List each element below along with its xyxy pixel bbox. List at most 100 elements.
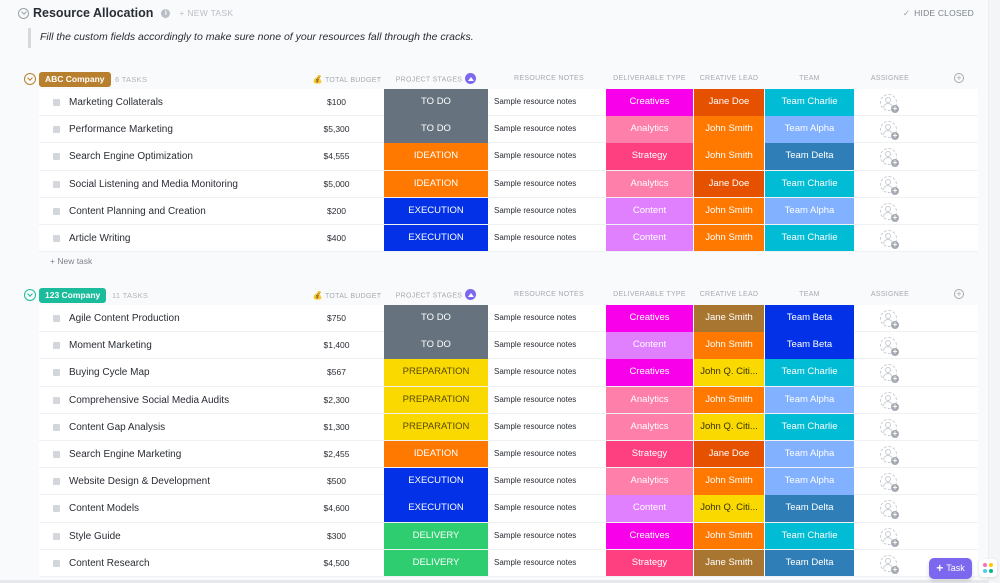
creative-lead-cell[interactable]: John Q. Citi... <box>694 359 764 386</box>
col-team[interactable]: TEAM <box>765 291 854 298</box>
task-name[interactable]: Moment Marketing <box>69 332 152 359</box>
col-project-stages[interactable]: PROJECT STAGES <box>384 73 488 84</box>
creative-lead-cell[interactable]: Jane Smith <box>694 305 764 332</box>
team-cell[interactable]: Team Delta <box>765 143 854 170</box>
team-cell[interactable]: Team Charlie <box>765 170 854 198</box>
project-stage-cell[interactable]: PREPARATION <box>384 386 488 414</box>
team-cell[interactable]: Team Charlie <box>765 522 854 549</box>
col-deliverable-type[interactable]: DELIVERABLE TYPE <box>606 291 693 298</box>
task-row[interactable]: Article Writing $400 EXECUTION Sample re… <box>39 224 978 253</box>
total-budget-value[interactable]: $567 <box>294 359 379 386</box>
resource-notes-cell[interactable]: Sample resource notes <box>494 468 604 495</box>
creative-lead-cell[interactable]: Jane Doe <box>694 89 764 116</box>
task-status-checkbox[interactable] <box>53 559 60 567</box>
total-budget-value[interactable]: $4,555 <box>294 143 379 170</box>
creative-lead-cell[interactable]: Jane Smith <box>694 549 764 577</box>
task-name[interactable]: Content Gap Analysis <box>69 414 165 441</box>
task-status-checkbox[interactable] <box>53 505 60 513</box>
task-name[interactable]: Social Listening and Media Monitoring <box>69 171 238 198</box>
creative-lead-cell[interactable]: John Smith <box>694 224 764 252</box>
project-stage-cell[interactable]: IDEATION <box>384 440 488 468</box>
task-row[interactable]: Content Research $4,500 DELIVERY Sample … <box>39 549 978 577</box>
total-budget-value[interactable]: $2,300 <box>294 387 379 414</box>
add-task-fab[interactable]: + Task <box>929 558 972 579</box>
col-resource-notes[interactable]: RESOURCE NOTES <box>494 291 604 298</box>
resource-notes-cell[interactable]: Sample resource notes <box>494 198 604 225</box>
team-cell[interactable]: Team Alpha <box>765 116 854 143</box>
add-assignee-icon[interactable]: + <box>880 554 899 574</box>
collapse-list-icon[interactable] <box>18 7 29 19</box>
task-status-checkbox[interactable] <box>53 315 60 322</box>
task-row[interactable]: Moment Marketing $1,400 TO DO Sample res… <box>39 332 978 360</box>
collapse-group-icon[interactable] <box>24 73 36 85</box>
add-assignee-icon[interactable]: + <box>880 94 899 113</box>
resource-notes-cell[interactable]: Sample resource notes <box>494 523 604 550</box>
creative-lead-cell[interactable]: John Smith <box>694 116 764 143</box>
task-status-checkbox[interactable] <box>53 234 60 242</box>
team-cell[interactable]: Team Charlie <box>765 359 854 386</box>
resource-notes-cell[interactable]: Sample resource notes <box>494 495 604 522</box>
total-budget-value[interactable]: $200 <box>294 198 379 225</box>
project-stage-cell[interactable]: DELIVERY <box>384 549 488 577</box>
project-stage-cell[interactable]: TO DO <box>384 89 488 116</box>
project-stage-cell[interactable]: TO DO <box>384 332 488 359</box>
deliverable-type-cell[interactable]: Creatives <box>606 89 693 116</box>
total-budget-value[interactable]: $4,600 <box>294 495 379 522</box>
resource-notes-cell[interactable]: Sample resource notes <box>494 387 604 414</box>
team-cell[interactable]: Team Alpha <box>765 468 854 495</box>
project-stage-cell[interactable]: IDEATION <box>384 170 488 198</box>
creative-lead-cell[interactable]: Jane Doe <box>694 170 764 198</box>
deliverable-type-cell[interactable]: Analytics <box>606 413 693 441</box>
team-cell[interactable]: Team Beta <box>765 305 854 332</box>
task-row[interactable]: Marketing Collaterals $100 TO DO Sample … <box>39 89 978 117</box>
col-creative-lead[interactable]: CREATIVE LEAD <box>694 75 764 82</box>
team-cell[interactable]: Team Alpha <box>765 440 854 468</box>
info-icon[interactable]: i <box>161 8 171 18</box>
add-assignee-icon[interactable]: + <box>880 445 899 465</box>
add-assignee-icon[interactable]: + <box>880 500 899 520</box>
add-assignee-icon[interactable]: + <box>880 473 899 493</box>
task-name[interactable]: Content Models <box>69 495 139 522</box>
col-creative-lead[interactable]: CREATIVE LEAD <box>694 291 764 298</box>
resource-notes-cell[interactable]: Sample resource notes <box>494 441 604 468</box>
total-budget-value[interactable]: $5,000 <box>294 171 379 198</box>
task-row[interactable]: Content Planning and Creation $200 EXECU… <box>39 197 978 225</box>
task-name[interactable]: Comprehensive Social Media Audits <box>69 387 229 414</box>
total-budget-value[interactable]: $1,400 <box>294 332 379 359</box>
task-name[interactable]: Buying Cycle Map <box>69 359 150 386</box>
col-deliverable-type[interactable]: DELIVERABLE TYPE <box>606 75 693 82</box>
task-row[interactable]: Comprehensive Social Media Audits $2,300… <box>39 386 978 414</box>
apps-grid-icon[interactable] <box>979 559 997 577</box>
task-status-checkbox[interactable] <box>53 180 60 188</box>
task-status-checkbox[interactable] <box>53 396 60 404</box>
deliverable-type-cell[interactable]: Creatives <box>606 522 693 549</box>
team-cell[interactable]: Team Charlie <box>765 89 854 116</box>
col-resource-notes[interactable]: RESOURCE NOTES <box>494 75 604 82</box>
deliverable-type-cell[interactable]: Strategy <box>606 143 693 170</box>
deliverable-type-cell[interactable]: Content <box>606 197 693 225</box>
task-row[interactable]: Social Listening and Media Monitoring $5… <box>39 170 978 198</box>
resource-notes-cell[interactable]: Sample resource notes <box>494 305 604 332</box>
sort-asc-icon[interactable] <box>465 289 477 300</box>
add-assignee-icon[interactable]: + <box>880 364 899 384</box>
project-stage-cell[interactable]: TO DO <box>384 305 488 332</box>
task-status-checkbox[interactable] <box>53 478 60 486</box>
task-row[interactable]: Agile Content Production $750 TO DO Samp… <box>39 305 978 333</box>
project-stage-cell[interactable]: PREPARATION <box>384 359 488 386</box>
resource-notes-cell[interactable]: Sample resource notes <box>494 116 604 143</box>
task-name[interactable]: Content Research <box>69 550 150 577</box>
task-name[interactable]: Agile Content Production <box>69 305 180 332</box>
task-status-checkbox[interactable] <box>53 153 60 161</box>
add-assignee-icon[interactable]: + <box>880 175 899 195</box>
deliverable-type-cell[interactable]: Strategy <box>606 549 693 577</box>
task-name[interactable]: Marketing Collaterals <box>69 89 163 116</box>
resource-notes-cell[interactable]: Sample resource notes <box>494 359 604 386</box>
team-cell[interactable]: Team Beta <box>765 332 854 359</box>
group-label[interactable]: ABC Company <box>39 72 111 87</box>
creative-lead-cell[interactable]: John Smith <box>694 468 764 495</box>
col-team[interactable]: TEAM <box>765 75 854 82</box>
add-assignee-icon[interactable]: + <box>880 121 899 141</box>
team-cell[interactable]: Team Alpha <box>765 197 854 225</box>
total-budget-value[interactable]: $100 <box>294 89 379 116</box>
task-row[interactable]: Content Models $4,600 EXECUTION Sample r… <box>39 495 978 523</box>
